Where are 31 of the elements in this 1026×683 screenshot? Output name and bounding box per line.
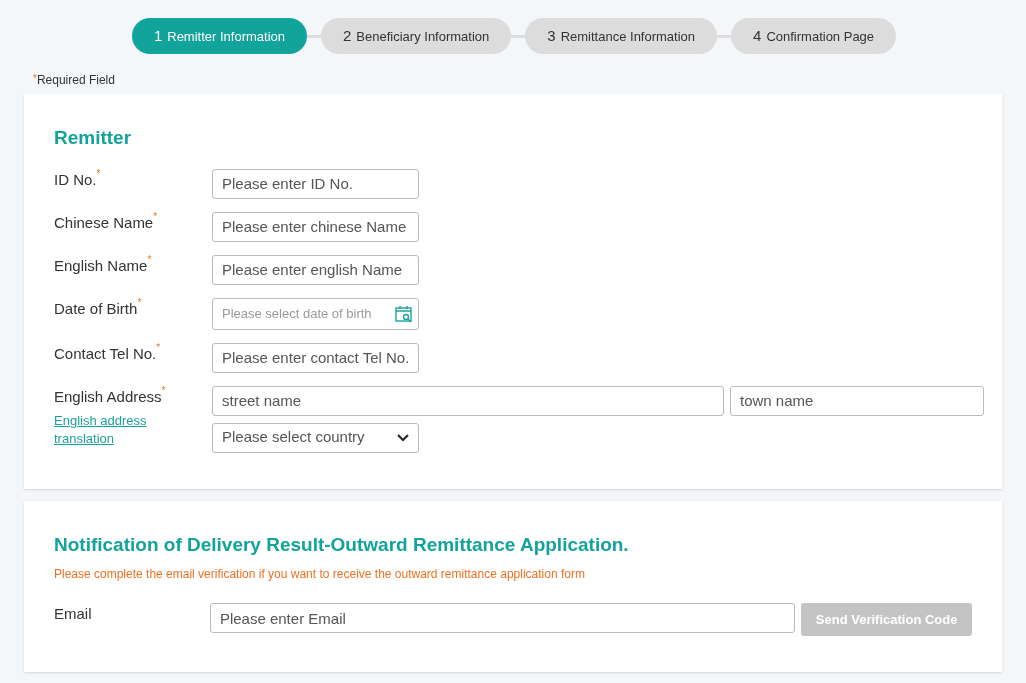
section-title: Remitter (54, 126, 133, 150)
street-input[interactable]: street name (212, 385, 724, 416)
step-tab[interactable]: 3 Remittance Information (525, 18, 718, 54)
text-input[interactable]: Please enter ID No. (212, 168, 419, 199)
calendar-icon[interactable] (394, 303, 414, 324)
email-label: Email (54, 604, 93, 624)
required-mark: * (96, 168, 101, 179)
field-label: Date of Birth (54, 299, 138, 319)
country-select[interactable]: Please select country (212, 422, 419, 453)
required-mark: * (153, 211, 158, 222)
required-mark: * (161, 385, 166, 396)
field-label: English Address (54, 387, 162, 407)
step-tab[interactable]: 2 Beneficiary Information (321, 18, 512, 54)
required-mark: * (33, 72, 37, 84)
email-verification-note: Please complete the email verification if you want to receive the outward remittance application form (54, 566, 586, 583)
town-input[interactable]: town name (730, 385, 984, 416)
step-tab[interactable]: 4 Confirmation Page (731, 18, 897, 54)
email-input[interactable]: Please enter Email (209, 603, 796, 633)
section-title: Notification of Delivery Result-Outward Remittance Application. (54, 532, 630, 557)
field-label: English Name (54, 256, 148, 276)
field-label: Chinese Name (54, 213, 154, 233)
text-input[interactable]: Please enter english Name (212, 254, 419, 285)
field-label: ID No. (54, 170, 97, 190)
required-mark: * (147, 254, 152, 265)
required-mark: * (156, 342, 161, 353)
chevron-down-icon (397, 433, 409, 442)
required-mark: * (137, 297, 142, 308)
text-input[interactable]: Please enter chinese Name (212, 211, 419, 242)
text-input[interactable]: Please enter contact Tel No. (212, 342, 419, 373)
required-field-note: Required Field (36, 72, 115, 89)
field-label: Contact Tel No. (54, 344, 157, 364)
